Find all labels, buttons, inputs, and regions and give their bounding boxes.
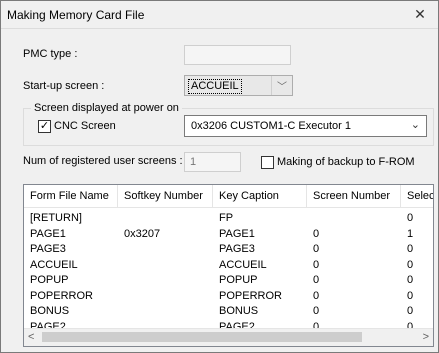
power-on-screen-select[interactable]: 0x3206 CUSTOM1-C Executor 1 ⌄ (184, 115, 427, 137)
table-cell: 0 (313, 258, 320, 271)
num-screens-field: 1 (184, 152, 241, 172)
table-cell: BONUS (219, 305, 259, 317)
pmc-type-label: PMC type : (23, 48, 78, 60)
table-cell: POPERROR (219, 289, 282, 302)
checkmark-icon: ✓ (39, 120, 50, 132)
table-cell: PAGE1 (219, 227, 255, 240)
backup-label: Making of backup to F-ROM (277, 156, 415, 168)
backup-checkbox[interactable] (261, 156, 274, 169)
table-row[interactable]: ACCUEIL ACCUEIL 0 0 (24, 258, 433, 273)
close-icon[interactable]: ✕ (410, 5, 430, 23)
table-header: Form File Name Softkey Number Key Captio… (24, 185, 433, 208)
chevron-down-icon: ﹀ (271, 76, 292, 95)
table-cell: 0 (407, 212, 414, 224)
power-on-screen-value: 0x3206 CUSTOM1-C Executor 1 (191, 120, 351, 132)
table-cell (118, 289, 213, 304)
table-cell: 0 (313, 305, 320, 317)
table-cell (118, 242, 213, 257)
table-cell: 0 (407, 274, 414, 286)
table-cell: POPERROR (30, 289, 93, 302)
dialog-window: Making Memory Card File ✕ PMC type : Sta… (0, 0, 439, 353)
window-title: Making Memory Card File (7, 8, 145, 22)
table-cell: [RETURN] (30, 212, 82, 224)
table-row[interactable]: POPUP POPUP 0 0 (24, 273, 433, 288)
table-row[interactable]: [RETURN] FP 0 (24, 211, 433, 226)
table-cell: 0 (313, 243, 320, 255)
column-header[interactable]: Selec (401, 185, 433, 207)
chevron-down-icon: ⌄ (410, 119, 420, 131)
power-on-group-title: Screen displayed at power on (31, 102, 182, 114)
table-cell (118, 258, 213, 273)
table-cell: 0 (313, 274, 320, 286)
pmc-type-field (184, 45, 291, 65)
table-cell: FP (219, 212, 234, 224)
table-cell: PAGE1 (30, 227, 66, 240)
num-screens-value: 1 (190, 156, 197, 168)
user-screens-table[interactable]: Form File Name Softkey Number Key Captio… (23, 184, 434, 347)
table-cell: 0 (407, 243, 414, 255)
startup-screen-label: Start-up screen : (23, 80, 105, 92)
table-row[interactable]: PAGE3 PAGE3 0 0 (24, 242, 433, 257)
table-cell (118, 304, 213, 319)
table-cell: PAGE3 (219, 243, 255, 255)
column-header[interactable]: Screen Number (307, 185, 401, 207)
table-cell: ACCUEIL (30, 258, 78, 271)
table-cell (118, 273, 213, 288)
scrollbar-thumb[interactable] (42, 332, 362, 342)
table-cell: 0 (407, 305, 414, 317)
column-header[interactable]: Softkey Number (118, 185, 213, 207)
table-cell (307, 211, 401, 226)
table-cell: 0x3207 (124, 227, 161, 240)
table-cell: POPUP (30, 274, 69, 286)
num-screens-label: Num of registered user screens : (23, 155, 183, 167)
table-row[interactable]: POPERROR POPERROR 0 0 (24, 289, 433, 304)
arrow-right-icon[interactable]: > (423, 331, 429, 343)
arrow-left-icon[interactable]: < (28, 331, 34, 343)
table-cell: PAGE3 (30, 243, 66, 255)
table-cell: ACCUEIL (219, 258, 267, 271)
cnc-screen-checkbox[interactable]: ✓ (38, 120, 51, 133)
table-row[interactable]: PAGE1 0x3207 PAGE1 0 1 (24, 227, 433, 242)
table-cell: 0 (313, 289, 320, 302)
column-header[interactable]: Key Caption (213, 185, 307, 207)
column-header[interactable]: Form File Name (24, 185, 118, 207)
table-cell: 0 (407, 258, 414, 271)
table-cell: BONUS (30, 305, 70, 317)
title-bar[interactable]: Making Memory Card File ✕ (1, 1, 438, 29)
horizontal-scrollbar[interactable]: < > (24, 328, 433, 346)
table-cell: 1 (407, 227, 414, 240)
table-cell: 0 (407, 289, 414, 302)
table-row[interactable]: BONUS BONUS 0 0 (24, 304, 433, 319)
cnc-screen-label: CNC Screen (54, 120, 116, 132)
table-cell: POPUP (219, 274, 258, 286)
startup-screen-select[interactable]: ACCUEIL ﹀ (184, 75, 293, 96)
table-cell: 0 (313, 227, 320, 240)
table-cell (118, 211, 213, 226)
startup-screen-value: ACCUEIL (188, 79, 242, 94)
